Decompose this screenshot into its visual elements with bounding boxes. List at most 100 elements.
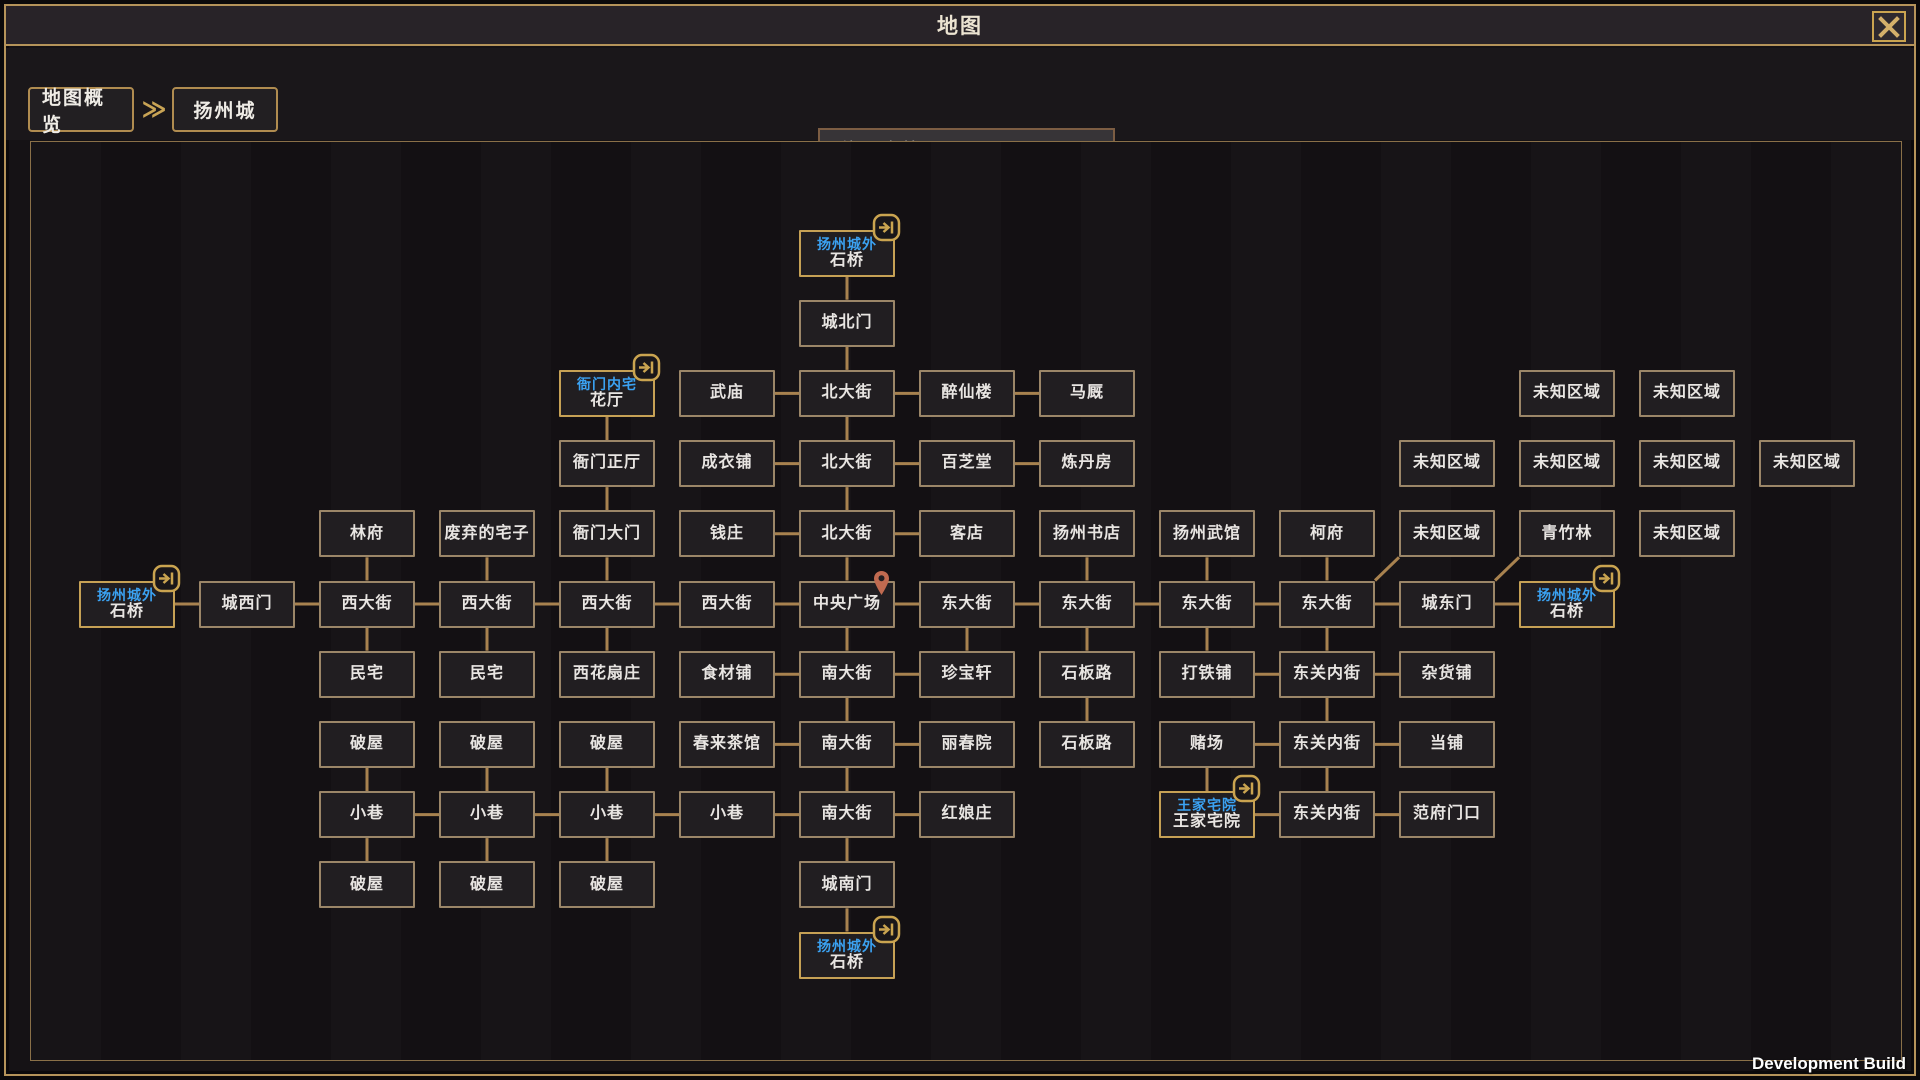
map-node[interactable]: 未知区域 — [1399, 440, 1495, 487]
map-node[interactable]: 西大街 — [559, 581, 655, 628]
map-node[interactable]: 城北门 — [799, 300, 895, 347]
map-node[interactable]: 东关内街 — [1279, 721, 1375, 768]
map-node[interactable]: 未知区域 — [1759, 440, 1855, 487]
map-node[interactable]: 破屋 — [559, 721, 655, 768]
map-node[interactable]: 丽春院 — [919, 721, 1015, 768]
node-label: 石桥 — [110, 603, 144, 621]
map-node[interactable]: 东关内街 — [1279, 791, 1375, 838]
map-node[interactable]: 炼丹房 — [1039, 440, 1135, 487]
node-area-label: 扬州城外 — [97, 587, 157, 603]
map-node[interactable]: 客店 — [919, 510, 1015, 557]
node-label: 未知区域 — [1533, 454, 1601, 472]
map-node[interactable]: 马厩 — [1039, 370, 1135, 417]
map-node[interactable]: 北大街 — [799, 510, 895, 557]
exit-portal-icon[interactable] — [872, 213, 901, 242]
map-node[interactable]: 衙门正厅 — [559, 440, 655, 487]
map-node[interactable]: 红娘庄 — [919, 791, 1015, 838]
map-viewport[interactable]: 扬州城外石桥 城北门衙门内宅花厅 武庙北大街醉仙楼马厩未知区域未知区域衙门正厅成… — [30, 141, 1902, 1061]
map-node[interactable]: 南大街 — [799, 791, 895, 838]
map-node[interactable]: 扬州城外石桥 — [799, 230, 895, 277]
map-node[interactable]: 西大街 — [679, 581, 775, 628]
map-node[interactable]: 东大街 — [1039, 581, 1135, 628]
map-node[interactable]: 北大街 — [799, 440, 895, 487]
node-area-label: 衙门内宅 — [577, 376, 637, 392]
map-node[interactable]: 未知区域 — [1519, 440, 1615, 487]
map-node[interactable]: 春来茶馆 — [679, 721, 775, 768]
map-node[interactable]: 小巷 — [319, 791, 415, 838]
toolbar: 地图概览 ≫ 扬州城 — [6, 48, 1914, 140]
map-node[interactable]: 西大街 — [439, 581, 535, 628]
exit-portal-icon[interactable] — [1592, 564, 1621, 593]
map-node[interactable]: 未知区域 — [1519, 370, 1615, 417]
map-node[interactable]: 南大街 — [799, 651, 895, 698]
map-node[interactable]: 武庙 — [679, 370, 775, 417]
map-node[interactable]: 王家宅院王家宅院 — [1159, 791, 1255, 838]
map-node[interactable]: 未知区域 — [1399, 510, 1495, 557]
breadcrumb-current-button[interactable]: 扬州城 — [172, 87, 278, 132]
map-node[interactable]: 中央广场 — [799, 581, 895, 628]
map-node[interactable]: 破屋 — [439, 861, 535, 908]
map-node[interactable]: 醉仙楼 — [919, 370, 1015, 417]
map-node[interactable]: 扬州武馆 — [1159, 510, 1255, 557]
map-node[interactable]: 城西门 — [199, 581, 295, 628]
map-node[interactable]: 打铁铺 — [1159, 651, 1255, 698]
map-node[interactable]: 小巷 — [679, 791, 775, 838]
map-node[interactable]: 石板路 — [1039, 721, 1135, 768]
node-label: 南大街 — [821, 735, 872, 753]
map-node[interactable]: 城南门 — [799, 861, 895, 908]
map-node[interactable]: 林府 — [319, 510, 415, 557]
node-label: 石桥 — [1550, 603, 1584, 621]
map-node[interactable]: 东关内街 — [1279, 651, 1375, 698]
map-node[interactable]: 未知区域 — [1639, 370, 1735, 417]
map-node[interactable]: 未知区域 — [1639, 440, 1735, 487]
map-node[interactable]: 扬州书店 — [1039, 510, 1135, 557]
breadcrumb-overview-button[interactable]: 地图概览 — [28, 87, 134, 132]
node-label: 城西门 — [221, 595, 272, 613]
map-node[interactable]: 赌场 — [1159, 721, 1255, 768]
map-node[interactable]: 未知区域 — [1639, 510, 1735, 557]
map-node[interactable]: 破屋 — [559, 861, 655, 908]
map-node[interactable]: 当铺 — [1399, 721, 1495, 768]
exit-portal-icon[interactable] — [632, 353, 661, 382]
close-button[interactable] — [1872, 11, 1906, 42]
exit-portal-icon[interactable] — [1232, 774, 1261, 803]
exit-portal-icon[interactable] — [872, 915, 901, 944]
map-node[interactable]: 青竹林 — [1519, 510, 1615, 557]
map-node[interactable]: 废弃的宅子 — [439, 510, 535, 557]
map-node[interactable]: 民宅 — [439, 651, 535, 698]
map-node[interactable]: 食材铺 — [679, 651, 775, 698]
map-node[interactable]: 扬州城外石桥 — [79, 581, 175, 628]
map-node[interactable]: 杂货铺 — [1399, 651, 1495, 698]
map-node[interactable]: 小巷 — [559, 791, 655, 838]
exit-portal-icon[interactable] — [152, 564, 181, 593]
node-label: 小巷 — [470, 805, 504, 823]
map-node[interactable]: 石板路 — [1039, 651, 1135, 698]
map-node[interactable]: 南大街 — [799, 721, 895, 768]
map-node[interactable]: 东大街 — [1279, 581, 1375, 628]
map-node[interactable]: 破屋 — [319, 721, 415, 768]
map-node[interactable]: 民宅 — [319, 651, 415, 698]
map-node[interactable]: 衙门内宅花厅 — [559, 370, 655, 417]
map-node[interactable]: 城东门 — [1399, 581, 1495, 628]
map-node[interactable]: 衙门大门 — [559, 510, 655, 557]
node-label: 打铁铺 — [1181, 665, 1232, 683]
map-node[interactable]: 西大街 — [319, 581, 415, 628]
node-label: 石桥 — [830, 252, 864, 270]
map-node[interactable]: 珍宝轩 — [919, 651, 1015, 698]
map-node[interactable]: 钱庄 — [679, 510, 775, 557]
map-node[interactable]: 百芝堂 — [919, 440, 1015, 487]
map-node[interactable]: 扬州城外石桥 — [1519, 581, 1615, 628]
map-node[interactable]: 破屋 — [319, 861, 415, 908]
map-node[interactable]: 范府门口 — [1399, 791, 1495, 838]
map-node[interactable]: 小巷 — [439, 791, 535, 838]
map-node[interactable]: 成衣铺 — [679, 440, 775, 487]
map-node[interactable]: 东大街 — [919, 581, 1015, 628]
map-node[interactable]: 破屋 — [439, 721, 535, 768]
map-node[interactable]: 东大街 — [1159, 581, 1255, 628]
map-node[interactable]: 柯府 — [1279, 510, 1375, 557]
map-node[interactable]: 西花扇庄 — [559, 651, 655, 698]
node-label: 成衣铺 — [701, 454, 752, 472]
map-node[interactable]: 扬州城外石桥 — [799, 932, 895, 979]
node-label: 西花扇庄 — [573, 665, 641, 683]
map-node[interactable]: 北大街 — [799, 370, 895, 417]
